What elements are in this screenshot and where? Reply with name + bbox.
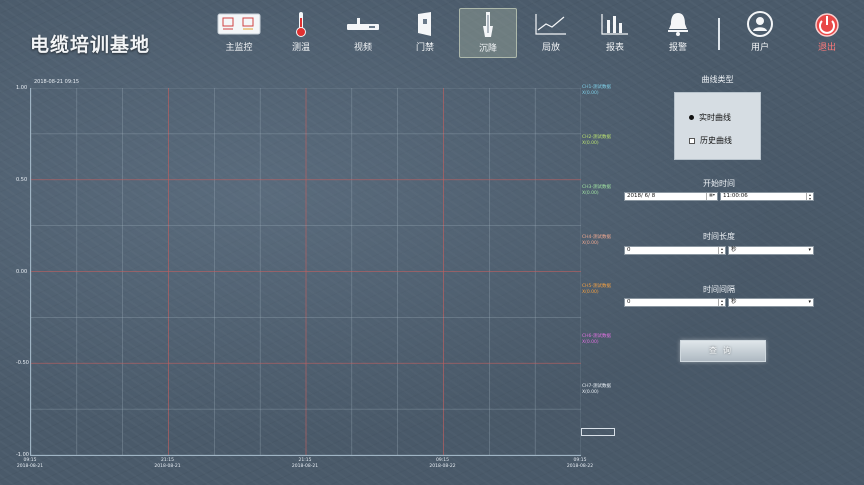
legend-item: CH3-测试数据 X(0.00) bbox=[582, 184, 612, 196]
chart-timestamp: 2018-08-21 09:15 bbox=[34, 79, 80, 85]
duration-label: 时间长度 bbox=[703, 232, 735, 241]
legend-item: CH6-测试数据 X(0.00) bbox=[582, 334, 612, 346]
nav-main-monitor[interactable]: 主监控 bbox=[210, 8, 268, 58]
thermometer-icon bbox=[272, 8, 330, 40]
settlement-chart[interactable] bbox=[30, 87, 582, 456]
start-clock-value: 11:00:06 bbox=[723, 193, 748, 199]
power-icon bbox=[798, 8, 856, 40]
radio-history[interactable]: 历史曲线 bbox=[689, 135, 732, 146]
nav-label: 门禁 bbox=[415, 43, 434, 53]
nav-report[interactable]: 报表 bbox=[586, 8, 644, 58]
x-tick-label: 21:15 2018-08-21 bbox=[154, 458, 181, 469]
video-camera-icon bbox=[334, 8, 392, 40]
start-date-value: 2018/ 6/ 8 bbox=[627, 193, 656, 199]
nav-label: 报表 bbox=[605, 43, 624, 53]
door-icon bbox=[396, 8, 454, 40]
nav-logout[interactable]: 退出 bbox=[798, 8, 856, 58]
curve-type-group: 实时曲线 历史曲线 bbox=[674, 92, 761, 160]
nav-label: 报警 bbox=[668, 43, 687, 53]
nav-label: 主监控 bbox=[225, 43, 253, 53]
spinner-icon[interactable]: ▴ ▾ bbox=[718, 247, 725, 254]
app-title: 电缆培训基地 bbox=[30, 34, 151, 56]
nav-temperature[interactable]: 测温 bbox=[272, 8, 330, 58]
nav-label: 局放 bbox=[541, 43, 560, 53]
nav-settlement[interactable]: 沉降 bbox=[459, 8, 517, 58]
x-tick-label: 09:15 2018-08-22 bbox=[566, 458, 594, 469]
legend-item: CH4-测试数据 X(0.00) bbox=[582, 234, 612, 246]
curve-type-label: 曲线类型 bbox=[701, 75, 734, 84]
nav-label: 用户 bbox=[750, 43, 769, 53]
chart-grid bbox=[30, 87, 582, 456]
nav-label: 测温 bbox=[291, 43, 310, 53]
y-tick-label: 0.00 bbox=[16, 268, 28, 275]
settlement-icon bbox=[460, 9, 516, 41]
radio-realtime-label: 实时曲线 bbox=[699, 113, 731, 122]
interval-value: 0 bbox=[627, 299, 631, 305]
report-icon bbox=[586, 8, 644, 40]
chart-scroll-box[interactable] bbox=[581, 428, 615, 436]
x-tick-label: 21:15 2018-08-21 bbox=[291, 458, 319, 469]
calendar-dropdown-icon[interactable]: ▦▾ bbox=[706, 193, 717, 200]
nav-label: 视频 bbox=[353, 43, 372, 53]
top-bar: 电缆培训基地 主监控 测温 视频 门禁 沉降 局放 报表 报警 用户 退出 bbox=[0, 0, 864, 62]
y-tick-label: -0.50 bbox=[16, 360, 29, 367]
alarm-bell-icon bbox=[649, 8, 707, 40]
monitor-icon bbox=[210, 8, 268, 40]
x-tick-label: 09:15 2018-08-21 bbox=[16, 458, 44, 469]
legend-item: CH5-测试数据 X(0.00) bbox=[582, 284, 612, 296]
nav-user[interactable]: 用户 bbox=[731, 8, 789, 58]
partial-discharge-icon bbox=[522, 8, 580, 40]
spinner-icon[interactable]: ▴ ▾ bbox=[806, 193, 813, 200]
interval-input[interactable]: 0 ▴ ▾ bbox=[624, 298, 726, 307]
nav-label: 沉降 bbox=[478, 44, 497, 54]
radio-history-label: 历史曲线 bbox=[700, 136, 732, 145]
spinner-icon[interactable]: ▴ ▾ bbox=[718, 299, 725, 306]
interval-label: 时间间隔 bbox=[703, 285, 735, 294]
chevron-down-icon: ▾ bbox=[808, 299, 811, 305]
nav-access-control[interactable]: 门禁 bbox=[396, 8, 454, 58]
interval-unit-value: 秒 bbox=[731, 299, 737, 305]
radio-realtime[interactable]: 实时曲线 bbox=[689, 112, 731, 123]
chevron-down-icon: ▾ bbox=[808, 247, 811, 253]
legend-item: CH7-测试数据 X(0.00) bbox=[582, 384, 612, 396]
nav-video[interactable]: 视频 bbox=[334, 8, 392, 58]
x-tick-label: 09:15 2018-08-22 bbox=[429, 458, 456, 469]
nav-alarm[interactable]: 报警 bbox=[649, 8, 707, 58]
legend-item: CH2-测试数据 X(0.00) bbox=[582, 134, 612, 146]
duration-value: 0 bbox=[627, 247, 631, 253]
y-tick-label: 1.00 bbox=[16, 85, 28, 91]
interval-unit-select[interactable]: 秒 ▾ bbox=[728, 298, 814, 307]
nav-partial-discharge[interactable]: 局放 bbox=[522, 8, 580, 58]
duration-input[interactable]: 0 ▴ ▾ bbox=[624, 246, 726, 255]
start-date-input[interactable]: 2018/ 6/ 8 ▦▾ bbox=[624, 192, 718, 201]
radio-unselected-icon bbox=[689, 137, 695, 144]
start-clock-input[interactable]: 11:00:06 ▴ ▾ bbox=[720, 192, 814, 201]
nav-label: 退出 bbox=[817, 43, 836, 53]
radio-selected-icon bbox=[689, 115, 694, 120]
y-tick-label: 0.50 bbox=[16, 176, 28, 183]
duration-unit-select[interactable]: 秒 ▾ bbox=[728, 246, 814, 255]
query-button[interactable]: 查询 bbox=[680, 340, 766, 362]
user-icon bbox=[731, 8, 789, 40]
start-time-label: 开始时间 bbox=[703, 179, 735, 188]
nav-separator bbox=[718, 18, 720, 50]
legend-item: CH1-测试数据 X(0.00) bbox=[582, 85, 612, 96]
duration-unit-value: 秒 bbox=[731, 247, 737, 253]
